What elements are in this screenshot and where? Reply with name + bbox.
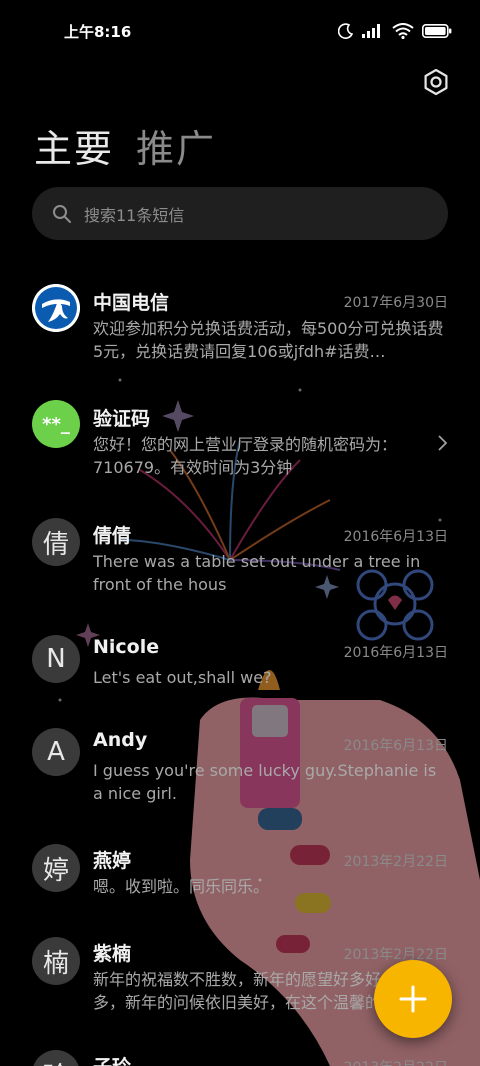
contact-avatar: A — [32, 728, 80, 776]
status-icons — [338, 23, 452, 39]
gear-icon[interactable] — [422, 68, 450, 96]
conversation-name: Nicole — [93, 636, 160, 658]
status-bar: 上午8:16 — [0, 0, 480, 62]
conversation-item[interactable]: **_ 验证码 您好！您的网上营业厅登录的随机密码为：710679。有效时间为3… — [0, 398, 480, 508]
conversation-name: 紫楠 — [93, 943, 132, 965]
conversation-preview: 您好！您的网上营业厅登录的随机密码为：710679。有效时间为3分钟 — [93, 435, 398, 477]
conversation-date: 2013年2月22日 — [344, 1057, 448, 1066]
conversation-preview: 欢迎参加积分兑换话费活动，每500分可兑换话费5元，兑换话费请回复106或jfd… — [93, 319, 444, 361]
conversation-name: 验证码 — [93, 408, 151, 430]
contact-avatar: 倩 — [32, 518, 80, 566]
conversation-date: 2016年6月13日 — [343, 529, 448, 545]
contact-avatar: 婷 — [32, 844, 80, 892]
conversation-name: 燕婷 — [93, 850, 132, 872]
conversation-item[interactable]: 倩 倩倩 2016年6月13日 There was a table set ou… — [0, 516, 480, 626]
conversation-item[interactable]: A Andy 2016年6月13日 I guess you're some lu… — [0, 726, 480, 836]
tab-promotions[interactable]: 推广 — [136, 118, 216, 173]
conversation-preview: Let's eat out,shall we? — [93, 668, 272, 687]
search-icon — [53, 204, 71, 223]
conversation-date: 2016年6月13日 — [343, 738, 448, 754]
new-message-button[interactable] — [374, 960, 452, 1038]
conversation-preview: 嗯。收到啦。同乐同乐。 — [93, 877, 270, 896]
search-placeholder: 搜索11条短信 — [84, 205, 185, 225]
tab-primary[interactable]: 主要 — [34, 118, 114, 173]
moon-icon — [338, 23, 354, 39]
header-tabs: 主要 推广 — [34, 118, 216, 173]
conversation-date: 2017年6月30日 — [343, 295, 448, 311]
conversation-item[interactable]: 中国电信 2017年6月30日 欢迎参加积分兑换话费活动，每500分可兑换话费5… — [0, 282, 480, 392]
contact-avatar: N — [32, 635, 80, 683]
conversation-preview: I guess you're some lucky guy.Stephanie … — [93, 761, 437, 803]
contact-avatar: 玲 — [32, 1050, 80, 1066]
conversation-name: 中国电信 — [93, 292, 170, 314]
conversation-name: Andy — [93, 729, 148, 751]
conversation-name: 子玲 — [93, 1052, 131, 1066]
wifi-icon — [392, 23, 414, 39]
conversation-name: 倩倩 — [93, 525, 132, 547]
conversation-date: 2016年6月13日 — [343, 645, 448, 661]
battery-icon — [422, 24, 452, 38]
conversation-preview: There was a table set out under a tree i… — [93, 552, 421, 594]
contact-avatar: 楠 — [32, 937, 80, 985]
china-telecom-logo — [32, 284, 80, 332]
search-input[interactable]: 搜索11条短信 — [32, 187, 448, 240]
verification-avatar: **_ — [32, 400, 80, 448]
signal-icon — [362, 24, 380, 38]
chevron-right-icon[interactable] — [436, 434, 448, 452]
conversation-item[interactable]: 玲 子玲 2013年2月22日 — [0, 1048, 480, 1066]
conversation-date: 2013年2月22日 — [343, 854, 448, 870]
plus-icon — [399, 985, 427, 1013]
status-time: 上午8:16 — [64, 22, 132, 41]
conversation-preview: 新年的祝福数不胜数，新年的愿望好多好多，新年的问候依旧美好，在这个温馨的 — [93, 970, 382, 1012]
conversation-date: 2013年2月22日 — [343, 947, 448, 963]
